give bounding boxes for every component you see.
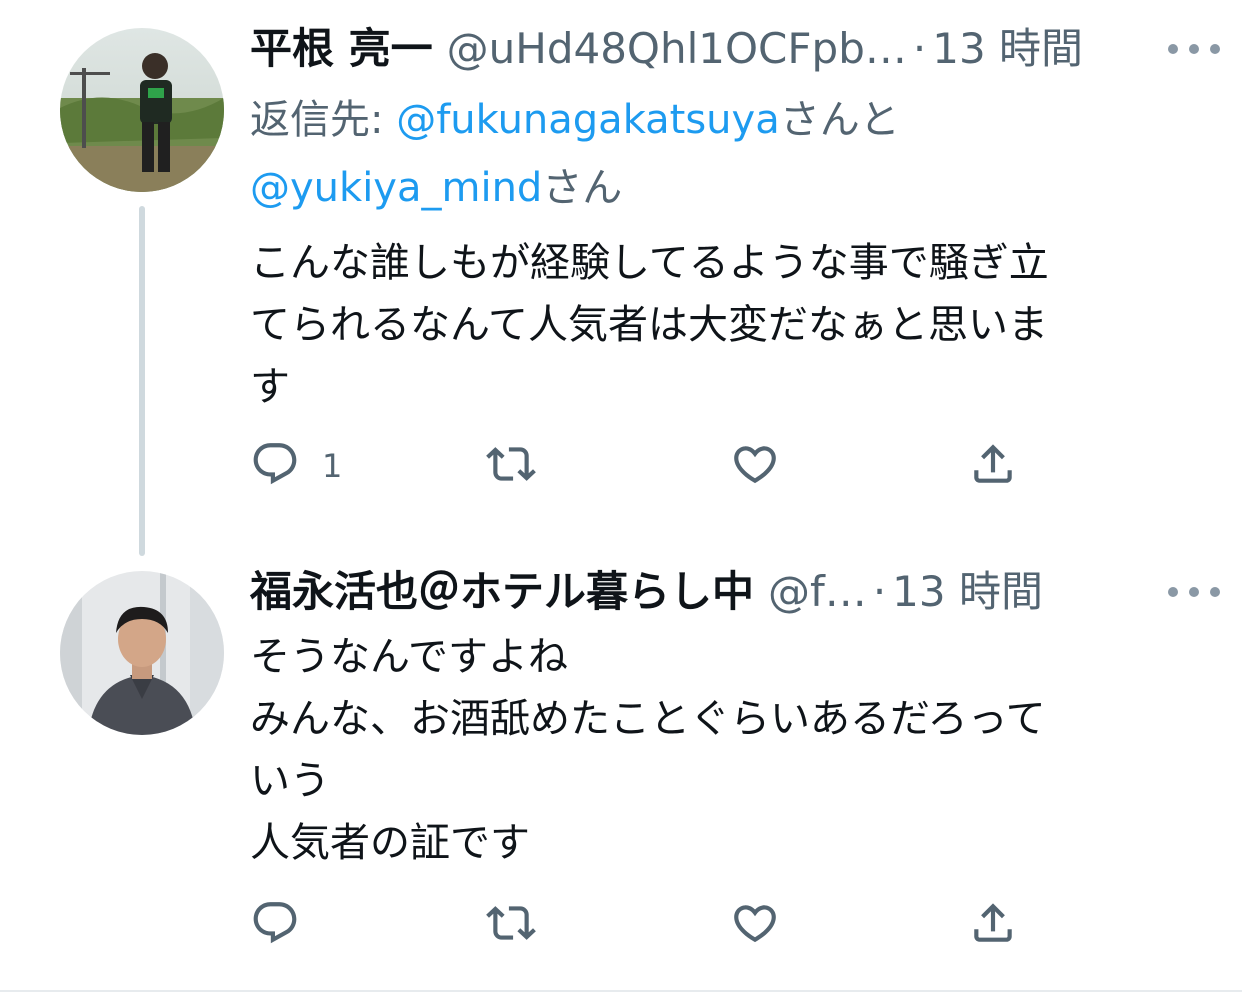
retweet-icon xyxy=(486,898,536,952)
retweet-button[interactable] xyxy=(486,895,536,955)
share-button[interactable] xyxy=(968,895,1018,955)
avatar[interactable] xyxy=(60,28,224,192)
separator-dot: · xyxy=(872,567,887,616)
share-icon xyxy=(968,898,1018,952)
heart-icon xyxy=(730,439,780,493)
tweet-header: 平根 亮一 @uHd48Qhl1OCFpb… · 13 時間 xyxy=(250,19,1242,79)
reply-icon xyxy=(250,898,300,952)
tweet-text-line: てられるなんて人気者は大変だなぁと思いま xyxy=(250,302,1048,348)
timestamp[interactable]: 13 時間 xyxy=(932,19,1083,79)
reply-icon xyxy=(250,439,300,493)
heart-icon xyxy=(730,898,780,952)
like-button[interactable] xyxy=(730,436,780,496)
reply-connector: さんと xyxy=(779,97,900,143)
divider xyxy=(0,990,1242,992)
tweet-actions xyxy=(250,895,1050,955)
tweet[interactable]: 平根 亮一 @uHd48Qhl1OCFpb… · 13 時間 返信先: @fuk… xyxy=(0,0,1242,556)
tweet-actions: 1 xyxy=(250,436,1050,496)
more-options-icon[interactable] xyxy=(1168,29,1220,69)
author-handle[interactable]: @f… xyxy=(768,562,867,622)
retweet-button[interactable] xyxy=(486,436,536,496)
avatar[interactable] xyxy=(60,571,224,735)
thread-line xyxy=(139,206,145,556)
timestamp[interactable]: 13 時間 xyxy=(892,562,1043,622)
tweet-text-line: そうなんですよね xyxy=(250,634,568,680)
tweet-text-line: こんな誰しもが経験してるような事で騒ぎ立 xyxy=(250,240,1049,286)
retweet-icon xyxy=(486,439,536,493)
reply-prefix: 返信先: xyxy=(250,97,397,143)
replying-to: 返信先: @fukunagakatsuyaさんと @yukiya_mindさん xyxy=(250,86,1210,222)
mention-link[interactable]: @yukiya_mind xyxy=(250,165,542,211)
reply-button[interactable]: 1 xyxy=(250,436,342,496)
separator-dot: · xyxy=(912,24,927,73)
author-name[interactable]: 福永活也＠ホテル暮らし中 xyxy=(250,562,754,622)
tweet[interactable]: 福永活也＠ホテル暮らし中 @f… · 13 時間 そうなんですよね みんな、お酒… xyxy=(0,540,1242,990)
share-button[interactable] xyxy=(968,436,1018,496)
tweet-text: そうなんですよね みんな、お酒舐めたことぐらいあるだろって いう 人気者の証です xyxy=(250,626,1170,874)
author-handle[interactable]: @uHd48Qhl1OCFpb… xyxy=(447,19,907,79)
reply-suffix: さん xyxy=(542,165,623,211)
tweet-text-line: 人気者の証です xyxy=(250,820,530,866)
author-name[interactable]: 平根 亮一 xyxy=(250,19,433,79)
tweet-text-line: みんな、お酒舐めたことぐらいあるだろって xyxy=(250,696,1046,742)
mention-link[interactable]: @fukunagakatsuya xyxy=(396,97,780,143)
like-button[interactable] xyxy=(730,895,780,955)
tweet-header: 福永活也＠ホテル暮らし中 @f… · 13 時間 xyxy=(250,562,1242,622)
reply-button[interactable] xyxy=(250,895,322,955)
more-options-icon[interactable] xyxy=(1168,572,1220,612)
tweet-text: こんな誰しもが経験してるような事で騒ぎ立 てられるなんて人気者は大変だなぁと思い… xyxy=(250,232,1170,418)
tweet-text-line: いう xyxy=(250,758,330,804)
reply-count: 1 xyxy=(322,447,343,485)
tweet-text-line: す xyxy=(250,364,290,410)
share-icon xyxy=(968,439,1018,493)
